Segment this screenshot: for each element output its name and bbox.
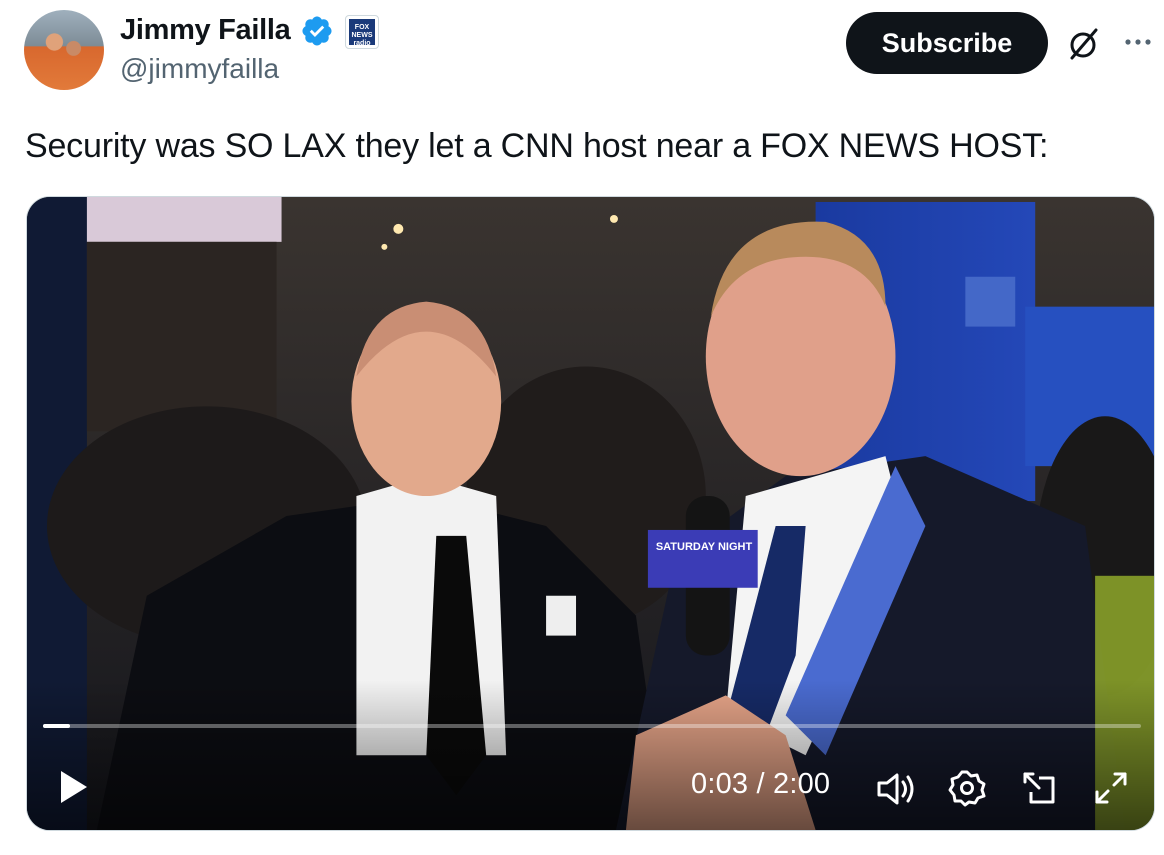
fullscreen-icon[interactable] <box>1091 768 1131 808</box>
affiliate-badge[interactable]: FOX NEWS radio <box>345 15 379 49</box>
video-progress-bar[interactable] <box>43 724 1141 728</box>
play-icon[interactable] <box>53 767 93 807</box>
video-player[interactable]: SATURDAY NIGHT 0:03 / 2:00 <box>26 196 1155 831</box>
subscribe-button[interactable]: Subscribe <box>846 12 1048 74</box>
video-progress-fill <box>43 724 71 728</box>
author-avatar[interactable] <box>24 10 104 90</box>
volume-icon[interactable] <box>875 770 917 808</box>
ellipsis-icon <box>1125 39 1151 45</box>
video-time-display: 0:03 / 2:00 <box>691 768 831 800</box>
author-name[interactable]: Jimmy Failla <box>120 14 291 47</box>
mic-flag-text: SATURDAY NIGHT <box>655 541 753 553</box>
more-icon[interactable] <box>1118 22 1158 62</box>
author-handle[interactable]: @jimmyfailla <box>120 53 279 85</box>
fox-news-radio-logo: FOX NEWS radio <box>349 19 375 47</box>
settings-gear-icon[interactable] <box>947 768 987 808</box>
grok-icon[interactable] <box>1064 24 1104 64</box>
dock-icon[interactable] <box>1019 768 1059 808</box>
verified-badge-icon[interactable] <box>300 14 334 48</box>
tweet-text: Security was SO LAX they let a CNN host … <box>25 127 1049 165</box>
